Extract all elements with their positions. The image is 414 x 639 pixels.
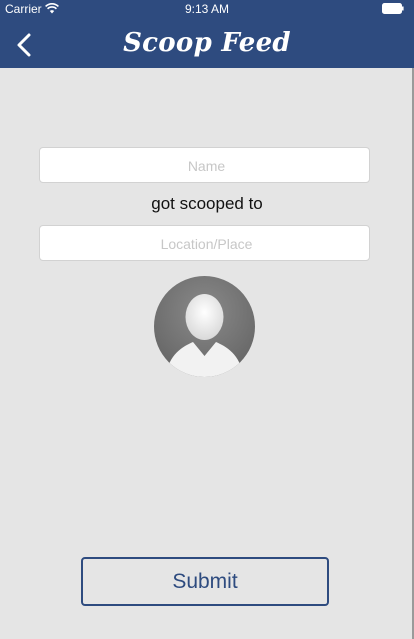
location-input[interactable]: [40, 226, 373, 262]
navigation-bar: Carrier 9:13 AM Scoop Feed: [0, 0, 414, 68]
battery-icon: [382, 3, 404, 14]
avatar[interactable]: [154, 276, 255, 377]
name-field[interactable]: [39, 147, 373, 184]
scooped-to-label: got scooped to: [151, 194, 263, 213]
user-avatar-placeholder-icon: [166, 294, 243, 377]
submit-button[interactable]: Submit: [81, 557, 329, 606]
name-input[interactable]: [40, 148, 373, 184]
status-time: 9:13 AM: [184, 2, 230, 16]
status-bar: Carrier 9:13 AM: [0, 0, 414, 18]
page-title: Scoop Feed: [123, 28, 291, 58]
location-field[interactable]: [39, 225, 373, 262]
